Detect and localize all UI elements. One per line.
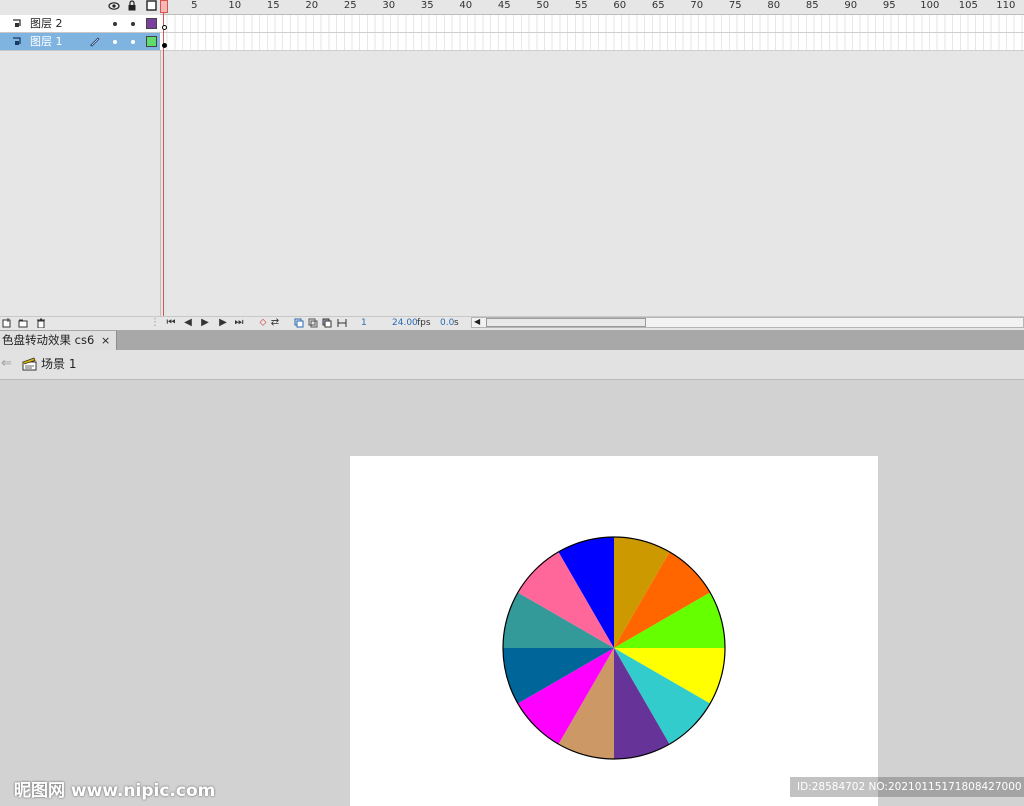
ruler-tick: 90	[844, 0, 858, 11]
scroll-left-icon[interactable]: ◀	[474, 317, 480, 326]
ruler-tick: 25	[343, 0, 357, 11]
ruler-tick: 5	[191, 0, 198, 11]
last-frame-icon[interactable]: ⏭	[234, 318, 244, 328]
ruler-tick: 40	[459, 0, 473, 11]
pencil-icon	[90, 37, 100, 47]
step-back-icon[interactable]: ◀	[183, 318, 193, 328]
play-icon[interactable]: ▶	[200, 318, 210, 328]
new-folder-icon[interactable]	[18, 318, 28, 328]
ruler-tick: 105	[958, 0, 978, 11]
ruler-tick: 50	[536, 0, 550, 11]
center-frame-icon[interactable]: ⬦	[258, 318, 268, 328]
time-unit: s	[454, 318, 459, 328]
delete-layer-icon[interactable]	[36, 318, 46, 328]
fps-unit: fps	[417, 318, 431, 328]
id-watermark: ID:28584702 NO:20210115171808427000	[797, 781, 1022, 793]
eye-icon[interactable]	[108, 1, 120, 11]
layer-row-1[interactable]: 图层 1	[0, 33, 160, 51]
ruler-tick: 35	[420, 0, 434, 11]
layer-color-swatch[interactable]	[146, 36, 157, 47]
layer-name[interactable]: 图层 2	[30, 16, 63, 31]
layer-panel-divider	[160, 50, 161, 317]
document-tab-bar	[0, 330, 1024, 350]
back-arrow-icon[interactable]: ⇐	[1, 356, 12, 371]
frame-ruler[interactable]: 1 5 10 15 20 25 30 35 40 45 50 55 60 65 …	[160, 0, 1024, 15]
ruler-tick: 55	[574, 0, 588, 11]
layer-row-2[interactable]: 图层 2	[0, 15, 160, 33]
edit-multiple-frames-icon[interactable]	[322, 318, 332, 328]
playhead[interactable]	[160, 0, 168, 13]
ruler-tick: 15	[266, 0, 280, 11]
ruler-tick: 85	[805, 0, 819, 11]
lock-dot[interactable]	[131, 40, 135, 44]
layer-header	[0, 0, 160, 14]
close-icon[interactable]: ×	[101, 333, 110, 348]
layer-icon	[13, 19, 21, 27]
current-frame-value[interactable]: 1	[361, 318, 367, 329]
document-tab-label[interactable]: 色盘转动效果 cs6	[2, 333, 94, 348]
playhead-line	[163, 12, 164, 317]
first-frame-icon[interactable]: ⏮	[166, 318, 176, 328]
onion-skin-icon[interactable]	[294, 318, 304, 328]
ruler-tick: 80	[767, 0, 781, 11]
empty-keyframe[interactable]	[162, 25, 167, 30]
lock-dot[interactable]	[131, 22, 135, 26]
ruler-tick: 20	[305, 0, 319, 11]
ruler-tick: 45	[497, 0, 511, 11]
onion-outline-icon[interactable]	[308, 318, 318, 328]
visibility-dot[interactable]	[113, 40, 117, 44]
frame-row-divider	[160, 50, 1024, 51]
loop-icon[interactable]: ⇄	[270, 318, 280, 328]
ruler-tick: 65	[651, 0, 665, 11]
new-layer-icon[interactable]	[2, 318, 12, 328]
layer-icon	[13, 37, 21, 45]
fps-value[interactable]: 24.00	[392, 318, 418, 329]
ruler-tick: 95	[882, 0, 896, 11]
ruler-tick: 110	[996, 0, 1016, 11]
visibility-dot[interactable]	[113, 22, 117, 26]
scene-icon	[22, 357, 37, 371]
ruler-tick: 70	[690, 0, 704, 11]
ruler-tick: 10	[228, 0, 242, 11]
ruler-tick: 75	[728, 0, 742, 11]
onion-markers-icon[interactable]	[337, 318, 347, 328]
ruler-tick: 30	[382, 0, 396, 11]
ruler-tick: 60	[613, 0, 627, 11]
breadcrumb	[0, 350, 1024, 380]
frame-row-divider	[160, 32, 1024, 33]
step-forward-icon[interactable]: ▶	[218, 318, 228, 328]
scrollbar-thumb[interactable]	[486, 318, 646, 327]
layer-name[interactable]: 图层 1	[30, 34, 63, 49]
site-watermark: 昵图网 www.nipic.com	[14, 781, 216, 801]
ruler-tick: 100	[920, 0, 940, 11]
scene-label[interactable]: 场景 1	[41, 357, 76, 372]
lock-icon[interactable]	[127, 0, 137, 11]
document-tab[interactable]: 色盘转动效果 cs6 ×	[0, 331, 117, 350]
time-value[interactable]: 0.0	[440, 318, 454, 329]
color-wheel[interactable]	[501, 535, 727, 761]
layer-color-swatch[interactable]	[146, 18, 157, 29]
keyframe[interactable]	[162, 43, 167, 48]
outline-icon[interactable]	[146, 0, 157, 11]
separator-icon: ⋮	[150, 317, 160, 328]
